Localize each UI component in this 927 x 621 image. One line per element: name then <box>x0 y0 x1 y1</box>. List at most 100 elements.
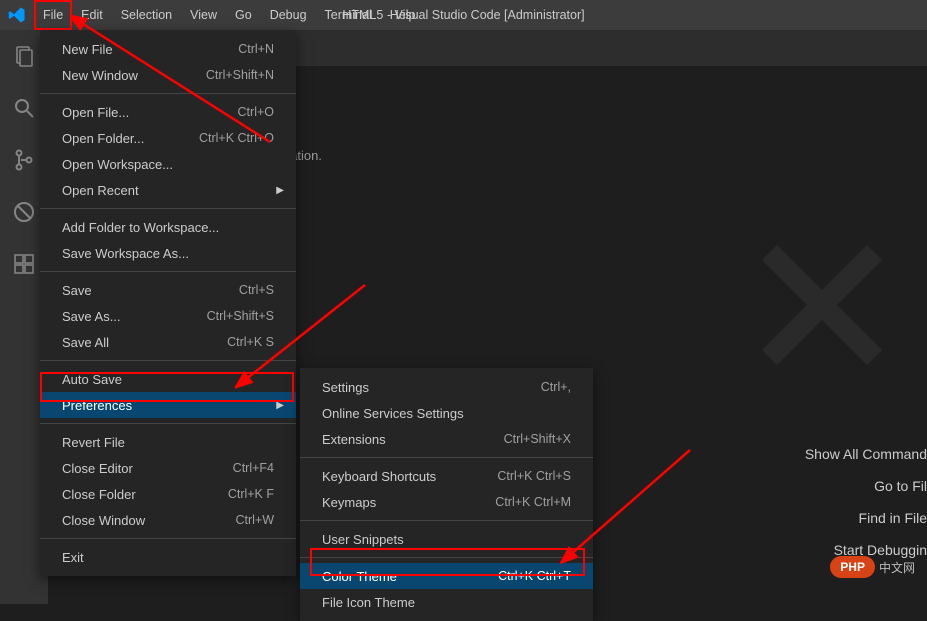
menu-go[interactable]: Go <box>226 0 261 30</box>
menu-shortcut: Ctrl+Shift+S <box>207 309 274 323</box>
menu-separator <box>300 457 593 458</box>
menu-shortcut: Ctrl+K F <box>228 487 274 501</box>
file-menu-item-save-workspace-as[interactable]: Save Workspace As... <box>40 240 296 266</box>
menu-shortcut: Ctrl+K Ctrl+S <box>497 469 571 483</box>
pref-menu-item-settings[interactable]: Settings Ctrl+, <box>300 374 593 400</box>
menu-shortcut: Ctrl+S <box>239 283 274 297</box>
window-title: HTML5 - Visual Studio Code [Administrato… <box>342 8 584 22</box>
menu-label: Extensions <box>322 432 386 447</box>
file-menu-item-open-workspace[interactable]: Open Workspace... <box>40 151 296 177</box>
php-pill: PHP <box>830 556 875 578</box>
menu-label: Settings <box>322 380 369 395</box>
welcome-line: Go to Fil <box>805 478 927 494</box>
search-icon[interactable] <box>10 94 38 122</box>
pref-menu-item-extensions[interactable]: Extensions Ctrl+Shift+X <box>300 426 593 452</box>
file-menu-item-revert-file[interactable]: Revert File <box>40 429 296 455</box>
menu-shortcut: Ctrl+F4 <box>233 461 274 475</box>
welcome-line: Show All Command <box>805 446 927 462</box>
menu-label: New File <box>62 42 113 57</box>
file-menu-item-open-folder[interactable]: Open Folder... Ctrl+K Ctrl+O <box>40 125 296 151</box>
php-cn-text: 中文网 <box>879 559 915 576</box>
menu-label: Close Folder <box>62 487 136 502</box>
menu-shortcut: Ctrl+O <box>238 105 274 119</box>
menu-label: Save All <box>62 335 109 350</box>
file-menu-item-auto-save[interactable]: Auto Save <box>40 366 296 392</box>
menu-view[interactable]: View <box>181 0 226 30</box>
file-menu-item-close-window[interactable]: Close Window Ctrl+W <box>40 507 296 533</box>
pref-menu-item-keyboard-shortcuts[interactable]: Keyboard Shortcuts Ctrl+K Ctrl+S <box>300 463 593 489</box>
menu-separator <box>40 93 296 94</box>
file-menu-item-exit[interactable]: Exit <box>40 544 296 570</box>
menu-label: Color Theme <box>322 569 397 584</box>
extensions-icon[interactable] <box>10 250 38 278</box>
menu-label: Save Workspace As... <box>62 246 189 261</box>
menu-label: Add Folder to Workspace... <box>62 220 219 235</box>
file-menu-item-new-window[interactable]: New Window Ctrl+Shift+N <box>40 62 296 88</box>
menu-separator <box>40 360 296 361</box>
menu-separator <box>40 271 296 272</box>
menu-separator <box>300 520 593 521</box>
source-control-icon[interactable] <box>10 146 38 174</box>
menu-label: Open Workspace... <box>62 157 173 172</box>
menu-separator <box>40 208 296 209</box>
file-menu-item-open-file[interactable]: Open File... Ctrl+O <box>40 99 296 125</box>
menu-label: Close Window <box>62 513 145 528</box>
menu-label: Open Recent <box>62 183 139 198</box>
menu-shortcut: Ctrl+, <box>541 380 571 394</box>
file-menu-item-open-recent[interactable]: Open Recent ▶ <box>40 177 296 203</box>
pref-menu-item-online-services-settings[interactable]: Online Services Settings <box>300 400 593 426</box>
background-x-icon <box>747 230 897 380</box>
menu-shortcut: Ctrl+W <box>235 513 274 527</box>
menu-label: User Snippets <box>322 532 404 547</box>
vscode-logo-icon <box>8 6 26 24</box>
chevron-right-icon: ▶ <box>276 185 284 196</box>
file-menu-item-preferences[interactable]: Preferences▶ <box>40 392 296 418</box>
php-badge: PHP 中文网 <box>830 556 915 578</box>
file-dropdown: New FileCtrl+N New Window Ctrl+Shift+N Open… <box>40 30 296 576</box>
pref-menu-item-file-icon-theme[interactable]: File Icon Theme <box>300 589 593 615</box>
files-icon[interactable] <box>10 42 38 70</box>
menu-shortcut: Ctrl+K Ctrl+M <box>495 495 571 509</box>
file-menu-item-close-editor[interactable]: Close Editor Ctrl+F4 <box>40 455 296 481</box>
menu-selection[interactable]: Selection <box>112 0 181 30</box>
menu-label: Keyboard Shortcuts <box>322 469 436 484</box>
menu-separator <box>40 423 296 424</box>
menu-file[interactable]: File <box>34 0 72 30</box>
menu-shortcut: Ctrl+Shift+X <box>504 432 571 446</box>
file-menu-item-save-as[interactable]: Save As... Ctrl+Shift+S <box>40 303 296 329</box>
welcome-line: Find in File <box>805 510 927 526</box>
file-menu-item-save[interactable]: Save Ctrl+S <box>40 277 296 303</box>
file-menu-item-close-folder[interactable]: Close Folder Ctrl+K F <box>40 481 296 507</box>
menu-shortcut: Ctrl+K Ctrl+O <box>199 131 274 145</box>
menu-label: Close Editor <box>62 461 133 476</box>
file-menu-item-add-folder-to-workspace[interactable]: Add Folder to Workspace... <box>40 214 296 240</box>
pref-menu-item-keymaps[interactable]: Keymaps Ctrl+K Ctrl+M <box>300 489 593 515</box>
welcome-shortcuts: Show All Command Go to Fil Find in File … <box>805 430 927 574</box>
menu-label: File Icon Theme <box>322 595 415 610</box>
menu-separator <box>300 557 593 558</box>
menu-label: New Window <box>62 68 138 83</box>
menu-label: Preferences <box>62 398 132 413</box>
info-text: information. <box>238 136 927 175</box>
menu-label: Save As... <box>62 309 121 324</box>
file-menu-item-save-all[interactable]: Save All Ctrl+K S <box>40 329 296 355</box>
menu-shortcut: Ctrl+Shift+N <box>206 68 274 82</box>
preferences-submenu: Settings Ctrl+, Online Services Settings Ex… <box>300 368 593 621</box>
menu-label: Exit <box>62 550 84 565</box>
menu-label: Keymaps <box>322 495 376 510</box>
menu-shortcut: Ctrl+K Ctrl+T <box>498 569 571 583</box>
menu-label: Save <box>62 283 92 298</box>
menu-edit[interactable]: Edit <box>72 0 112 30</box>
menu-label: Revert File <box>62 435 125 450</box>
debug-icon[interactable] <box>10 198 38 226</box>
file-menu-item-new-file[interactable]: New FileCtrl+N <box>40 36 296 62</box>
menu-label: Online Services Settings <box>322 406 464 421</box>
menu-label: Auto Save <box>62 372 122 387</box>
pref-menu-item-user-snippets[interactable]: User Snippets <box>300 526 593 552</box>
menu-label: Open Folder... <box>62 131 144 146</box>
menu-shortcut: Ctrl+K S <box>227 335 274 349</box>
menu-label: Open File... <box>62 105 129 120</box>
menu-debug[interactable]: Debug <box>261 0 316 30</box>
pref-menu-item-color-theme[interactable]: Color Theme Ctrl+K Ctrl+T <box>300 563 593 589</box>
menu-separator <box>40 538 296 539</box>
